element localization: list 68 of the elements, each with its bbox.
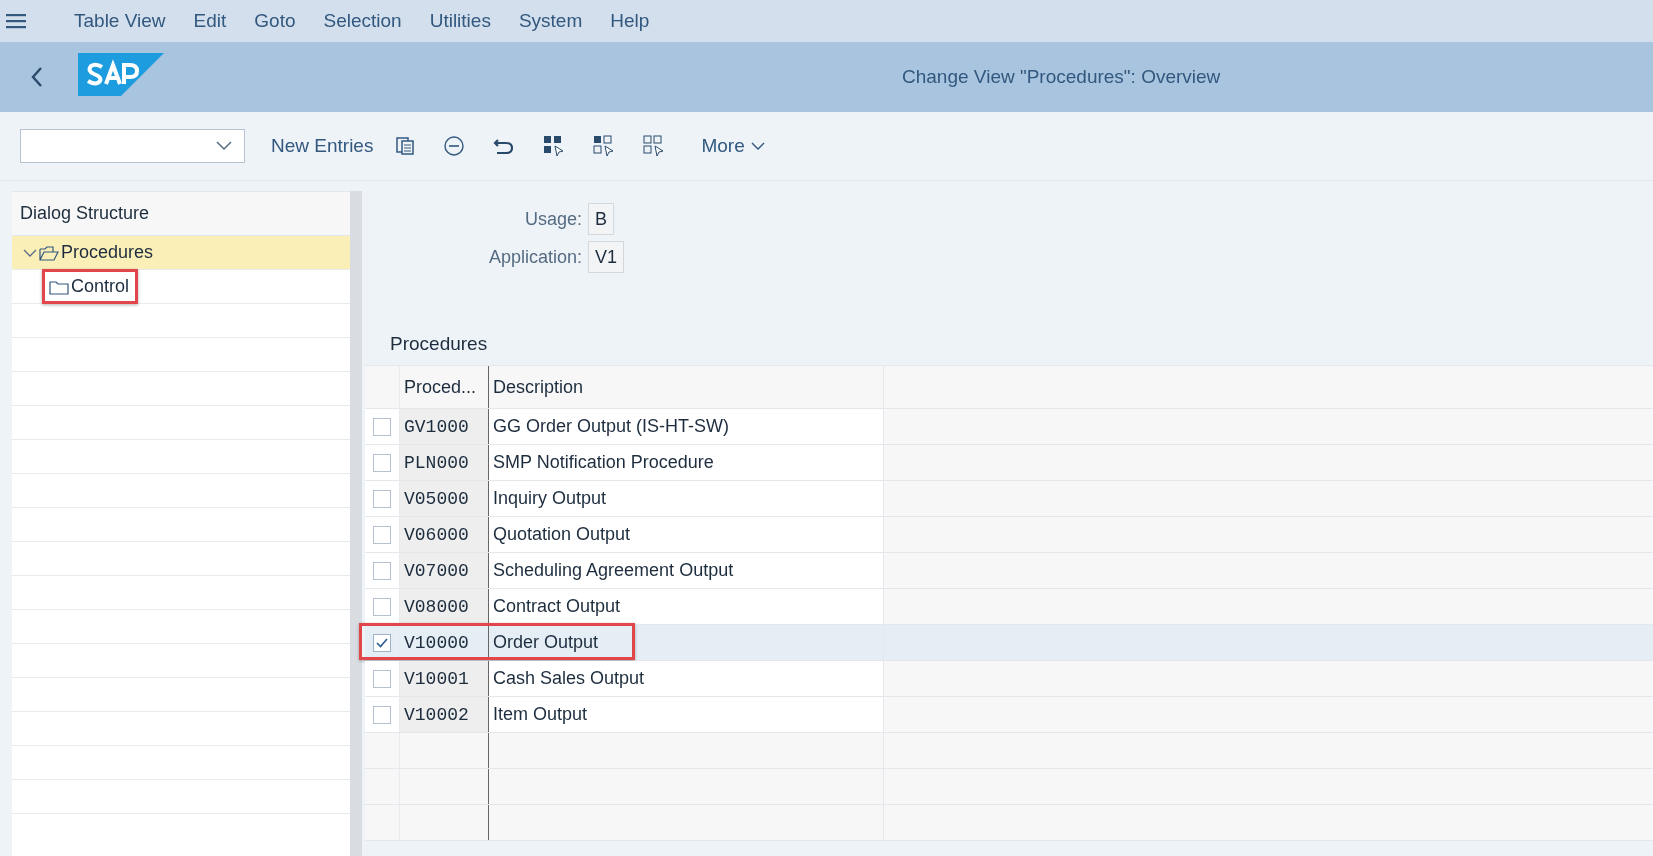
table-cell: GV1000 [404,416,469,437]
minus-circle-icon[interactable] [443,135,466,157]
row-checkbox[interactable] [373,525,391,544]
menu-icon[interactable] [6,13,26,29]
row-checkbox[interactable] [373,633,391,652]
column-header[interactable]: Proced... [404,376,477,398]
chevron-down-icon [216,141,232,151]
table-cell: V05000 [404,488,469,509]
table-row[interactable]: GV1000 GG Order Output (IS-HT-SW) [365,409,1653,445]
table-row[interactable]: V10001 Cash Sales Output [365,661,1653,697]
table-title: Procedures [390,333,489,355]
copy-icon[interactable] [395,136,416,156]
row-checkbox[interactable] [373,489,391,508]
field-label: Application: [487,246,582,268]
select-all-icon[interactable] [543,135,566,157]
more-button[interactable]: More [693,129,773,163]
chevron-down-icon [750,141,765,151]
table-cell: Order Output [493,632,599,653]
table-cell: V10001 [404,668,469,689]
table-cell: Item Output [493,704,588,725]
table-cell: V10002 [404,704,469,725]
menu-item[interactable]: Edit [193,10,227,32]
table-cell: V08000 [404,596,469,617]
select-block-icon[interactable] [593,135,616,157]
table-cell: Inquiry Output [493,488,607,509]
menu-item[interactable]: System [518,10,583,32]
table-cell: Contract Output [493,596,621,617]
table-cell: SMP Notification Procedure [493,452,714,473]
back-icon[interactable] [30,66,44,88]
menu-item[interactable]: Table View [74,10,166,32]
table-row[interactable]: V06000 Quotation Output [365,517,1653,553]
menu-item[interactable]: Selection [323,10,402,32]
table-cell: V07000 [404,560,469,581]
undo-icon[interactable] [493,136,516,156]
table-cell: Quotation Output [493,524,631,545]
menu-item[interactable]: Help [610,10,650,32]
table-row[interactable]: V05000 Inquiry Output [365,481,1653,517]
column-header[interactable]: Description [493,376,584,398]
deselect-all-icon[interactable] [643,135,666,157]
logo-icon [78,52,164,96]
folder-icon [39,244,59,261]
field-label: Usage: [523,208,582,230]
row-checkbox[interactable] [373,597,391,616]
menu-item[interactable]: Utilities [429,10,491,32]
row-checkbox[interactable] [373,417,391,436]
field-value: V1 [588,241,625,273]
table-cell: V06000 [404,524,469,545]
table-row[interactable]: V07000 Scheduling Agreement Output [365,553,1653,589]
table-row[interactable]: V10002 Item Output [365,697,1653,733]
row-checkbox[interactable] [373,705,391,724]
field-value: B [588,203,614,235]
table-cell: PLN000 [404,452,469,473]
folder-icon [49,278,69,295]
table-row[interactable]: V08000 Contract Output [365,589,1653,625]
table-cell: Scheduling Agreement Output [493,560,734,581]
row-checkbox[interactable] [373,561,391,580]
table-cell: GG Order Output (IS-HT-SW) [493,416,730,437]
tree-item[interactable]: Control [42,269,139,304]
row-checkbox[interactable] [373,669,391,688]
new-entries-button[interactable]: New Entries [263,129,382,163]
chevron-icon[interactable] [23,247,37,258]
table-row[interactable]: PLN000 SMP Notification Procedure [365,445,1653,481]
menu-item[interactable]: Goto [254,10,296,32]
page-title: Change View "Procedures": Overview [902,66,1221,88]
row-checkbox[interactable] [373,453,391,472]
table-cell: Cash Sales Output [493,668,645,689]
table-cell: V10000 [404,632,469,653]
panel-title: Dialog Structure [20,203,150,224]
